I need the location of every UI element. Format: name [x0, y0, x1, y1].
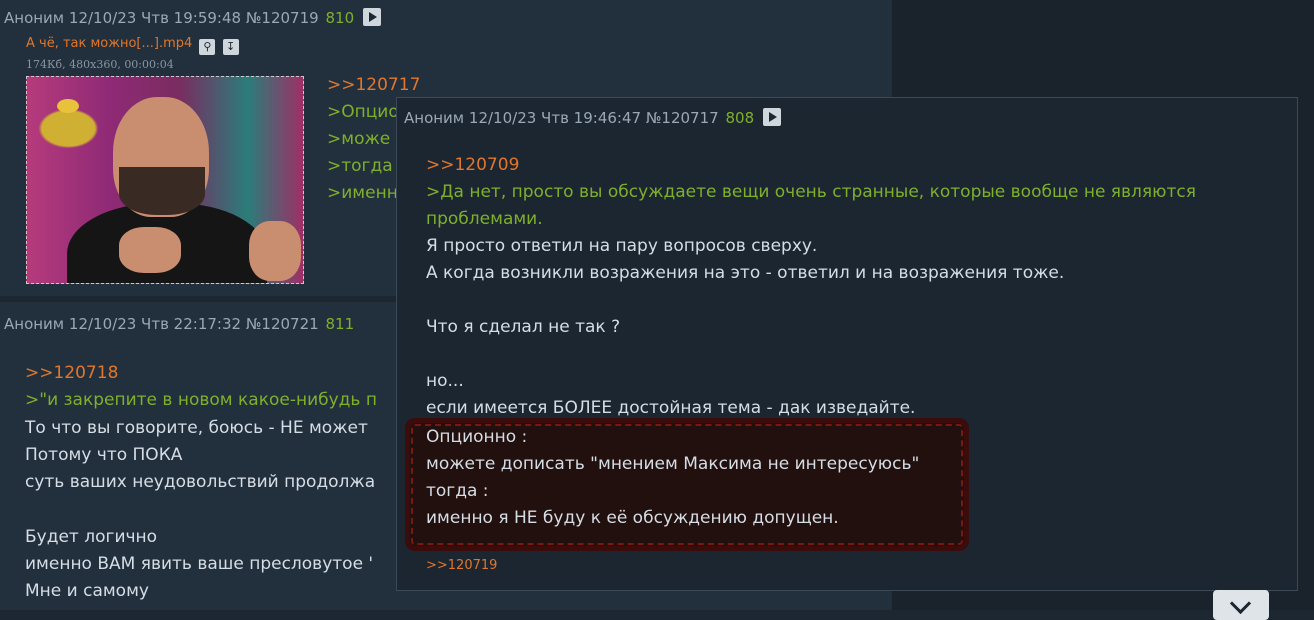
text-line: именно я НЕ буду к её обсуждению допущен…: [426, 508, 839, 528]
post-number: 811: [325, 315, 355, 333]
video-thumbnail[interactable]: [26, 76, 304, 284]
text-line: Будет логично: [25, 526, 158, 547]
post-number: 808: [725, 109, 755, 127]
post-header: Аноним 12/10/23 Чтв 22:17:32 №120721 811: [4, 315, 354, 333]
post-date: 12/10/23 Чтв 19:46:47: [468, 109, 642, 127]
post-author: Аноним: [4, 9, 65, 27]
backreply-link[interactable]: >>120719: [426, 558, 497, 573]
download-icon[interactable]: ↧: [222, 39, 239, 55]
text-line: [25, 496, 377, 523]
thumbnail-fish: [57, 99, 79, 113]
text-line: именно ВАМ явить ваше пресловутое ': [25, 554, 374, 575]
text-line: [426, 287, 1196, 314]
post-header: Аноним 12/10/23 Чтв 19:59:48 №120719 810: [4, 8, 381, 27]
reply-link[interactable]: >>120718: [25, 360, 377, 387]
popup-header: Аноним 12/10/23 Чтв 19:46:47 №120717 808: [404, 108, 781, 127]
thumbnail-beard: [119, 167, 205, 215]
post-author: Аноним: [404, 109, 465, 127]
file-meta: 174Кб, 480x360, 00:00:04: [26, 58, 174, 71]
search-icon[interactable]: ⚲: [199, 39, 216, 55]
play-icon[interactable]: [762, 108, 781, 126]
post-text: >>120718 >"и закрепите в новом какое-ниб…: [25, 360, 377, 606]
text-line: То что вы говорите, боюсь - НЕ может: [25, 417, 368, 438]
text-line: Я просто ответил на пару вопросов сверху…: [426, 236, 818, 256]
file-name-link[interactable]: А чё, так можно[...].mp4: [26, 36, 192, 51]
post-number: 810: [325, 9, 355, 27]
quote-line: проблемами.: [426, 209, 543, 229]
text-line: можете дописать "мнением Максима не инте…: [426, 454, 920, 474]
thumbnail-hand: [119, 227, 181, 273]
text-line: [426, 341, 1196, 368]
text-line: Мне и самому: [25, 581, 149, 602]
post-date: 12/10/23 Чтв 22:17:32: [68, 315, 242, 333]
popup-text: >>120709 >Да нет, просто вы обсуждаете в…: [426, 152, 1196, 422]
text-line: А когда возникли возражения на это - отв…: [426, 263, 1065, 283]
file-info: А чё, так можно[...].mp4 ⚲ ↧: [26, 36, 239, 55]
text-line: суть ваших неудовольствий продолжа: [25, 472, 376, 493]
highlighted-text: Опционно : можете дописать "мнением Макс…: [426, 424, 919, 532]
quote-line: >"и закрепите в новом какое-нибудь п: [25, 390, 377, 411]
post-id[interactable]: №120719: [246, 9, 319, 27]
text-line: тогда :: [426, 481, 489, 501]
post-date: 12/10/23 Чтв 19:59:48: [68, 9, 242, 27]
post-id[interactable]: №120717: [646, 109, 719, 127]
scroll-down-button[interactable]: [1213, 590, 1269, 620]
text-line: Опционно :: [426, 427, 528, 447]
play-icon[interactable]: [362, 8, 381, 26]
reply-link[interactable]: >>120709: [426, 152, 1196, 179]
thumbnail-hand: [249, 221, 301, 281]
quote-line: >Да нет, просто вы обсуждаете вещи очень…: [426, 182, 1196, 202]
post-author: Аноним: [4, 315, 65, 333]
post-id[interactable]: №120721: [246, 315, 319, 333]
text-line: Потому что ПОКА: [25, 444, 183, 465]
text-line: Что я сделал не так ?: [426, 317, 621, 337]
text-line: но...: [426, 371, 464, 391]
reply-link[interactable]: >>120717: [327, 72, 420, 99]
